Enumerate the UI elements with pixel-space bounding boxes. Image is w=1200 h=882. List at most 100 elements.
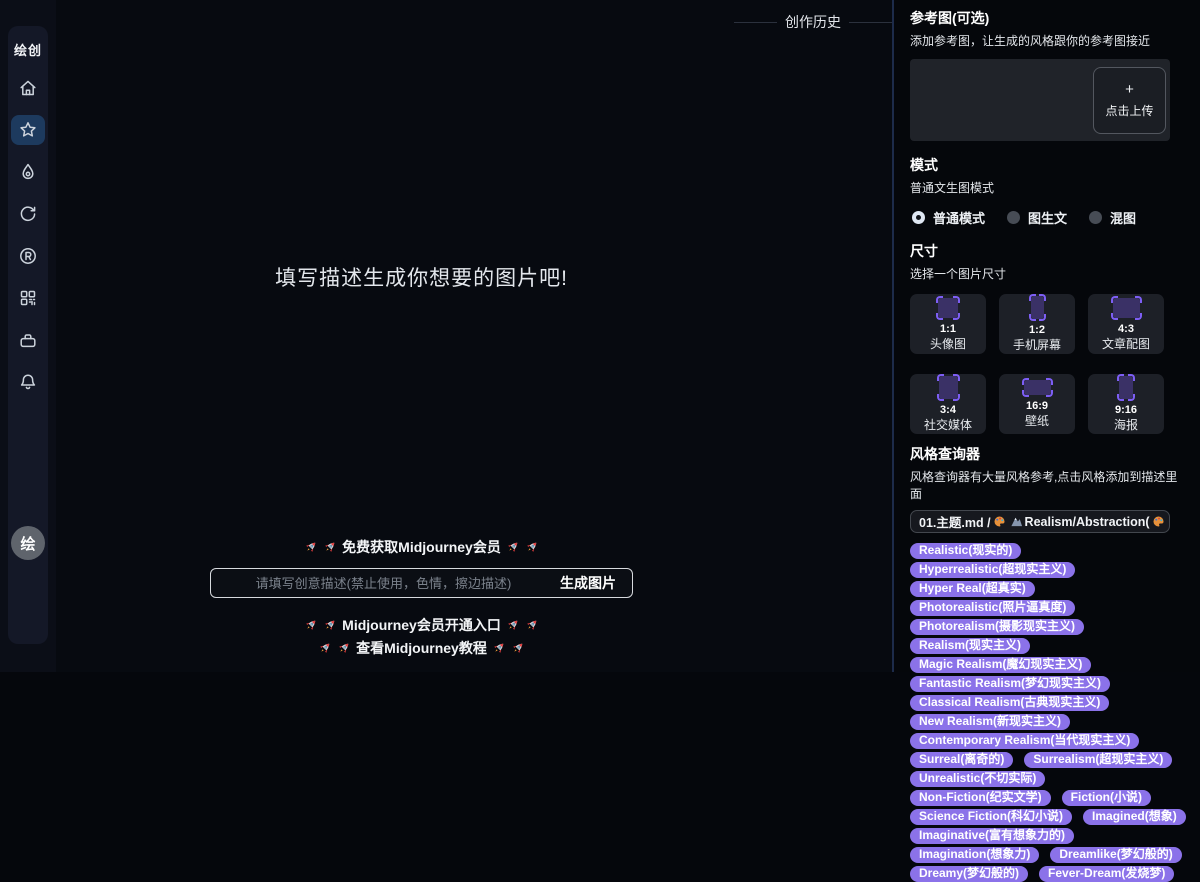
sidebar-item-refresh[interactable] [11,199,45,229]
style-finder-desc: 风格查询器有大量风格参考,点击风格添加到描述里面 [910,468,1186,502]
size-ratio: 1:1 [940,322,956,336]
style-category-select[interactable]: 01.主题.md / Realism/Abstraction( 现实... ▾ [910,510,1170,533]
style-tag[interactable]: Hyperrealistic(超现实主义) [910,562,1075,578]
briefcase-icon [18,330,38,350]
registered-icon [18,246,38,266]
size-ratio: 16:9 [1026,399,1048,413]
radio-icon[interactable] [1007,211,1020,224]
rocket-icon [525,618,539,632]
size-label: 社交媒体 [924,418,972,434]
style-tag[interactable]: Imaginative(富有想象力的) [910,828,1074,844]
radio-icon[interactable] [1089,211,1102,224]
sidebar-item-registered[interactable] [11,241,45,271]
mode-option[interactable]: 普通模式 [912,208,985,227]
style-tag[interactable]: Dreamlike(梦幻般的) [1050,847,1181,863]
style-tags: Realistic(现实的) Hyperrealistic(超现实主义) Hyper… [910,543,1186,882]
creation-history-header: 创作历史 [734,13,892,31]
bell-icon [18,372,38,392]
select-text: 01.主题.md / [919,512,991,531]
brand-logo: 绘创 [14,40,42,59]
size-label: 头像图 [930,337,966,353]
style-tag[interactable]: Science Fiction(科幻小说) [910,809,1072,825]
radio-icon[interactable] [912,211,925,224]
crop-frame-icon [938,298,958,318]
divider-line [734,22,777,23]
rocket-icon [337,641,351,655]
promo-text: 查看Midjourney教程 [356,638,487,658]
size-option-9x16[interactable]: 9:16海报 [1088,374,1164,434]
sidebar-item-favorites[interactable] [11,115,45,145]
sidebar-item-archive[interactable] [11,325,45,355]
crop-frame-icon [939,376,958,399]
sidebar-item-notifications[interactable] [11,367,45,397]
sidebar-item-home[interactable] [11,73,45,103]
size-label: 海报 [1114,418,1138,434]
generate-button[interactable]: 生成图片 [554,569,622,597]
style-tag[interactable]: Imagined(想象) [1083,809,1186,825]
crop-frame-icon [1119,376,1133,399]
crop-frame-icon [1113,298,1140,318]
mode-option[interactable]: 图生文 [1007,208,1067,227]
prompt-area: 免费获取Midjourney会员 生成图片 Midjourney会员开通入口 查… [210,537,633,672]
size-ratio: 9:16 [1115,403,1137,417]
promo-tutorial[interactable]: 查看Midjourney教程 [210,638,633,658]
creation-history-title: 创作历史 [785,12,841,32]
drop-icon [18,162,38,182]
upload-label: 点击上传 [1105,102,1153,119]
rocket-icon [506,618,520,632]
radio-label: 混图 [1110,208,1136,227]
style-tag[interactable]: Fiction(小说) [1062,790,1151,806]
style-tag[interactable]: Fantastic Realism(梦幻现实主义) [910,676,1110,692]
style-tag[interactable]: Dreamy(梦幻般的) [910,866,1028,882]
sidebar-item-hot[interactable] [11,157,45,187]
upload-button[interactable]: + 点击上传 [1093,67,1166,134]
select-text: Realism/Abstraction( [1025,515,1150,529]
style-tag[interactable]: Classical Realism(古典现实主义) [910,695,1109,711]
style-tag[interactable]: Photorealistic(照片逼真度) [910,600,1075,616]
size-label: 手机屏幕 [1013,338,1061,354]
qr-code-icon [18,288,38,308]
refresh-icon [18,204,38,224]
sidebar-nav [11,73,45,397]
style-tag[interactable]: Contemporary Realism(当代现实主义) [910,733,1139,749]
radio-label: 图生文 [1028,208,1067,227]
style-tag[interactable]: Imagination(想象力) [910,847,1039,863]
promo-membership-entry[interactable]: Midjourney会员开通入口 [210,615,633,635]
style-tag[interactable]: Realistic(现实的) [910,543,1021,559]
promo-text: 免费获取Midjourney会员 [342,537,501,557]
style-tag[interactable]: Realism(现实主义) [910,638,1030,654]
style-tag[interactable]: Hyper Real(超真实) [910,581,1035,597]
size-option-16x9[interactable]: 16:9壁纸 [999,374,1075,434]
rocket-icon [525,540,539,554]
rocket-icon [323,540,337,554]
mountain-icon [1010,515,1023,528]
size-label: 壁纸 [1025,414,1049,430]
size-option-1x2[interactable]: 1:2手机屏幕 [999,294,1075,354]
crop-frame-icon [1031,296,1044,319]
size-option-1x1[interactable]: 1:1头像图 [910,294,986,354]
size-option-3x4[interactable]: 3:4社交媒体 [910,374,986,434]
style-tag[interactable]: Photorealism(摄影现实主义) [910,619,1084,635]
style-tag[interactable]: Fever-Dream(发烧梦) [1039,866,1174,882]
avatar[interactable]: 绘 [11,526,45,560]
rocket-icon [304,618,318,632]
reference-upload-area[interactable]: + 点击上传 [910,59,1170,141]
style-tag[interactable]: Magic Realism(魔幻现实主义) [910,657,1091,673]
style-tag[interactable]: New Realism(新现实主义) [910,714,1070,730]
style-tag[interactable]: Non-Fiction(纪实文学) [910,790,1051,806]
reference-desc: 添加参考图，让生成的风格跟你的参考图接近 [910,32,1186,49]
sidebar-item-qrcode[interactable] [11,283,45,313]
style-tag[interactable]: Surrealism(超现实主义) [1024,752,1172,768]
style-tag[interactable]: Surreal(离奇的) [910,752,1013,768]
empty-state-hint: 填写描述生成你想要的图片吧! [210,262,633,292]
size-grid: 1:1头像图1:2手机屏幕4:3文章配图3:4社交媒体16:9壁纸9:16海报 [910,294,1186,434]
promo-links: Midjourney会员开通入口 查看Midjourney教程 [210,615,633,672]
promo-text: Midjourney会员开通入口 [342,615,501,635]
style-tag[interactable]: Unrealistic(不切实际) [910,771,1045,787]
size-option-4x3[interactable]: 4:3文章配图 [1088,294,1164,354]
mode-option[interactable]: 混图 [1089,208,1136,227]
rocket-icon [506,540,520,554]
size-subtitle: 选择一个图片尺寸 [910,265,1186,282]
reference-title: 参考图(可选) [910,8,1186,28]
promo-free-membership[interactable]: 免费获取Midjourney会员 [210,537,633,557]
